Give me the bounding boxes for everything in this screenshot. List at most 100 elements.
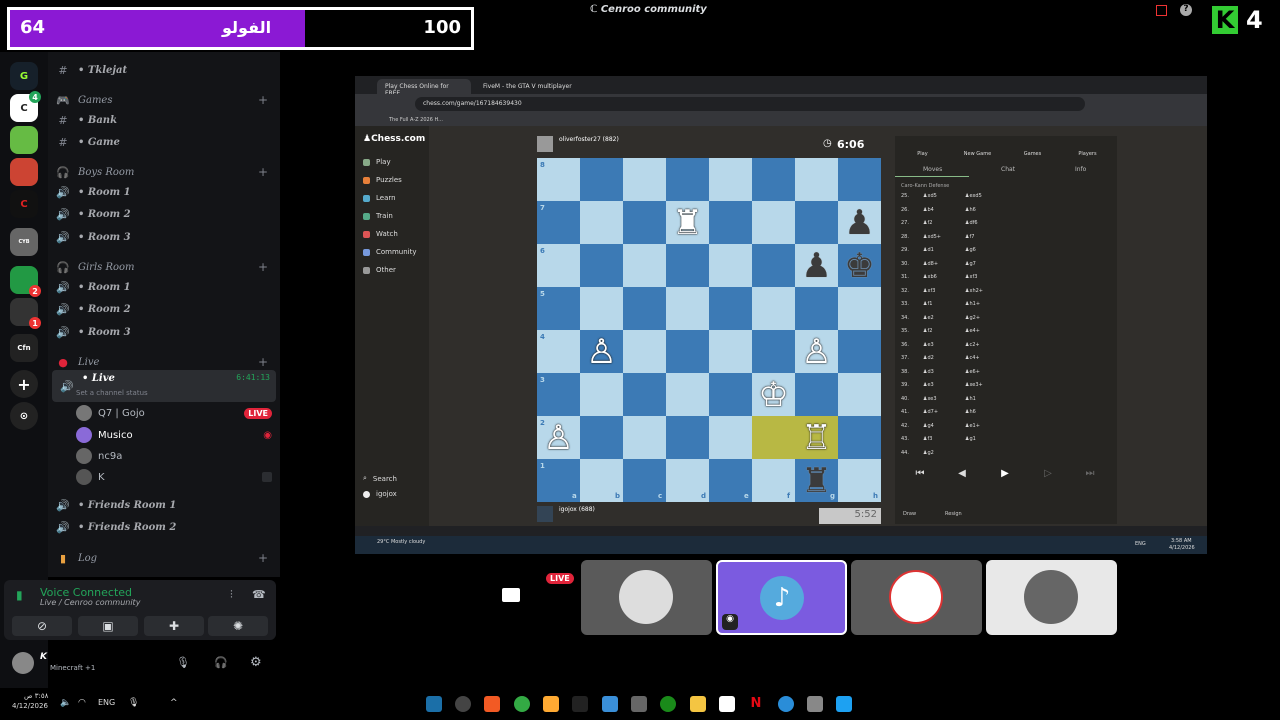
chess-piece[interactable]: ♔ xyxy=(752,373,795,416)
move-row[interactable]: 39. ♟e3 ♟xe3+ xyxy=(901,382,1111,395)
move-text[interactable]: ♟e6+ xyxy=(965,369,980,375)
board-square[interactable] xyxy=(580,287,623,330)
move-text[interactable]: ♟f7 xyxy=(965,234,974,240)
board-square[interactable] xyxy=(752,287,795,330)
move-text[interactable]: ♟xd5+ xyxy=(923,234,941,240)
board-square[interactable] xyxy=(666,158,709,201)
chess-board[interactable]: ♜ ♟ ♟ ♚ ♙ ♙ ♔ ♙ ♖ ♜ 8 7 6 5 4 3 2 1 a b c d e f g h xyxy=(537,158,881,502)
prev-move-button[interactable]: ◀ xyxy=(947,468,977,482)
headphones-icon[interactable]: 🎧 xyxy=(214,656,228,669)
nav-community[interactable]: Community xyxy=(363,248,417,256)
resign-button[interactable]: Resign xyxy=(945,511,962,517)
server-icon[interactable]: C xyxy=(10,190,38,218)
category-girls-room[interactable]: 🎧 Girls Room + xyxy=(48,257,280,277)
board-square[interactable] xyxy=(623,158,666,201)
app-icon[interactable] xyxy=(602,696,618,712)
voice-member[interactable]: Q7 | Gojo LIVE xyxy=(76,403,272,423)
wifi-icon[interactable]: ◠ xyxy=(78,698,86,708)
panel-tab-new-game[interactable]: New Game xyxy=(950,136,1005,160)
board-square[interactable] xyxy=(666,330,709,373)
server-icon[interactable] xyxy=(10,158,38,186)
chess-piece[interactable]: ♚ xyxy=(838,244,881,287)
move-text[interactable]: ♟e2 xyxy=(923,315,934,321)
move-text[interactable]: ♟g6 xyxy=(965,247,976,253)
category-log[interactable]: ▮ Log + xyxy=(48,548,280,568)
voice-channel-room3[interactable]: 🔊 • Room 3 xyxy=(48,322,280,342)
voice-member[interactable]: Musico ◉ xyxy=(76,425,272,445)
browser-tab[interactable]: Play Chess Online for FREE xyxy=(377,79,471,97)
move-text[interactable]: ♟f1 xyxy=(923,301,932,307)
chrome-icon[interactable] xyxy=(514,696,530,712)
netflix-icon[interactable]: N xyxy=(748,696,764,712)
chess-piece[interactable]: ♖ xyxy=(795,416,838,459)
app-icon[interactable] xyxy=(543,696,559,712)
board-square[interactable] xyxy=(795,373,838,416)
file-explorer-icon[interactable] xyxy=(690,696,706,712)
move-row[interactable]: 42. ♟g4 ♟e1+ xyxy=(901,423,1111,436)
move-text[interactable]: ♟d3 xyxy=(923,369,934,375)
add-channel-icon[interactable]: + xyxy=(258,165,268,179)
app-icon[interactable] xyxy=(631,696,647,712)
nav-watch[interactable]: Watch xyxy=(363,230,398,238)
move-text[interactable]: ♟df6 xyxy=(965,220,978,226)
move-row[interactable]: 44. ♟g2 xyxy=(901,450,1111,463)
move-text[interactable]: ♟exd5 xyxy=(965,193,982,199)
category-live[interactable]: ● Live + xyxy=(48,352,280,372)
soundboard-button[interactable]: ✺ xyxy=(208,616,268,636)
nav-train[interactable]: Train xyxy=(363,212,393,220)
settings-icon[interactable] xyxy=(807,696,823,712)
move-text[interactable]: ♟e3 xyxy=(923,342,934,348)
tray-expand-icon[interactable]: ^ xyxy=(170,698,178,708)
move-row[interactable]: 27. ♟f2 ♟df6 xyxy=(901,220,1111,233)
chess-piece[interactable]: ♙ xyxy=(795,330,838,373)
move-row[interactable]: 30. ♟d8+ ♟g7 xyxy=(901,261,1111,274)
address-bar[interactable]: chess.com/game/167184639430 xyxy=(415,97,1085,111)
move-text[interactable]: ♟xe3+ xyxy=(965,382,983,388)
move-row[interactable]: 36. ♟e3 ♟c2+ xyxy=(901,342,1111,355)
move-text[interactable]: ♟b4 xyxy=(923,207,934,213)
add-channel-icon[interactable]: + xyxy=(258,355,268,369)
board-square[interactable] xyxy=(709,287,752,330)
server-icon[interactable]: 1 xyxy=(10,298,41,329)
board-square[interactable] xyxy=(838,287,881,330)
move-text[interactable]: ♟d1 xyxy=(923,247,934,253)
account-item[interactable]: igojox xyxy=(363,490,397,498)
participant-tile[interactable] xyxy=(581,560,712,635)
last-move-button[interactable]: ⏭ xyxy=(1075,468,1105,482)
discover-icon[interactable]: ⊙ xyxy=(10,402,38,430)
inbox-icon[interactable] xyxy=(1156,5,1167,16)
board-square[interactable] xyxy=(580,201,623,244)
server-icon[interactable]: C4 xyxy=(10,91,41,122)
move-text[interactable]: ♟c2+ xyxy=(965,342,980,348)
next-move-button[interactable]: ▶ xyxy=(990,468,1020,482)
board-square[interactable] xyxy=(580,373,623,416)
board-square[interactable] xyxy=(623,373,666,416)
move-text[interactable]: ♟g7 xyxy=(965,261,976,267)
move-text[interactable]: ♟e1+ xyxy=(965,423,980,429)
settings-gear-icon[interactable]: ⚙ xyxy=(250,655,262,670)
move-text[interactable]: ♟d2 xyxy=(923,355,934,361)
server-icon[interactable]: 2 xyxy=(10,266,41,297)
board-square[interactable] xyxy=(666,416,709,459)
board-square[interactable] xyxy=(580,416,623,459)
move-text[interactable]: ♟xb6 xyxy=(923,274,937,280)
nav-puzzles[interactable]: Puzzles xyxy=(363,176,402,184)
move-row[interactable]: 41. ♟d7+ ♟h6 xyxy=(901,409,1111,422)
participant-tile[interactable] xyxy=(986,560,1117,635)
channel-tklejat[interactable]: # • Tklejat xyxy=(48,60,280,80)
channel-bank[interactable]: # • Bank xyxy=(48,110,280,130)
move-text[interactable]: ♟h6 xyxy=(965,409,976,415)
move-row[interactable]: 38. ♟d3 ♟e6+ xyxy=(901,369,1111,382)
voice-channel-room1[interactable]: 🔊 • Room 1 xyxy=(48,277,280,297)
chess-logo[interactable]: ♟Chess.com xyxy=(363,134,425,144)
move-text[interactable]: ♟xf3 xyxy=(923,288,935,294)
stream-tile[interactable]: LIVE xyxy=(446,560,577,635)
player-name[interactable]: igojox (688) xyxy=(559,506,595,513)
move-text[interactable]: ♟xd5 xyxy=(923,193,937,199)
move-row[interactable]: 34. ♟e2 ♟g2+ xyxy=(901,315,1111,328)
steam-icon[interactable] xyxy=(426,696,442,712)
brave-icon[interactable] xyxy=(484,696,500,712)
move-text[interactable]: ♟c4+ xyxy=(965,355,980,361)
server-icon[interactable]: G xyxy=(10,62,38,90)
move-text[interactable]: ♟h6 xyxy=(965,207,976,213)
